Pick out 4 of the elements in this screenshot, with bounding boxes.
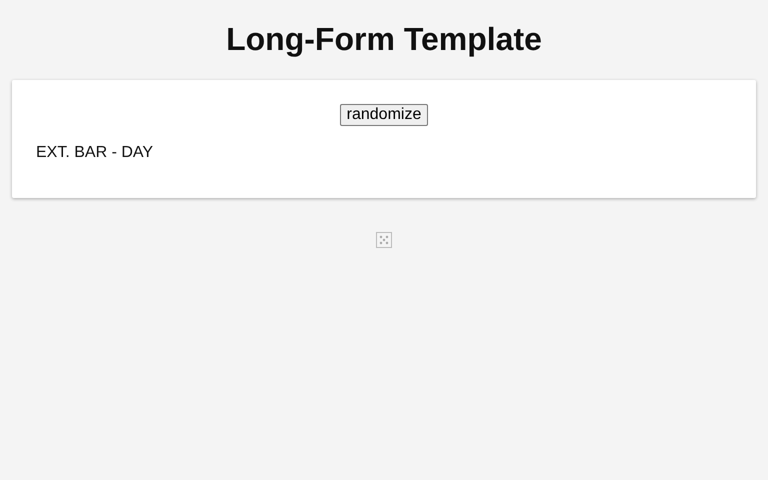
dice-icon[interactable]: [376, 232, 392, 248]
randomize-button[interactable]: randomize: [340, 104, 428, 126]
scene-heading: EXT. BAR - DAY: [36, 144, 154, 162]
page-title: Long-Form Template: [225, 20, 543, 58]
